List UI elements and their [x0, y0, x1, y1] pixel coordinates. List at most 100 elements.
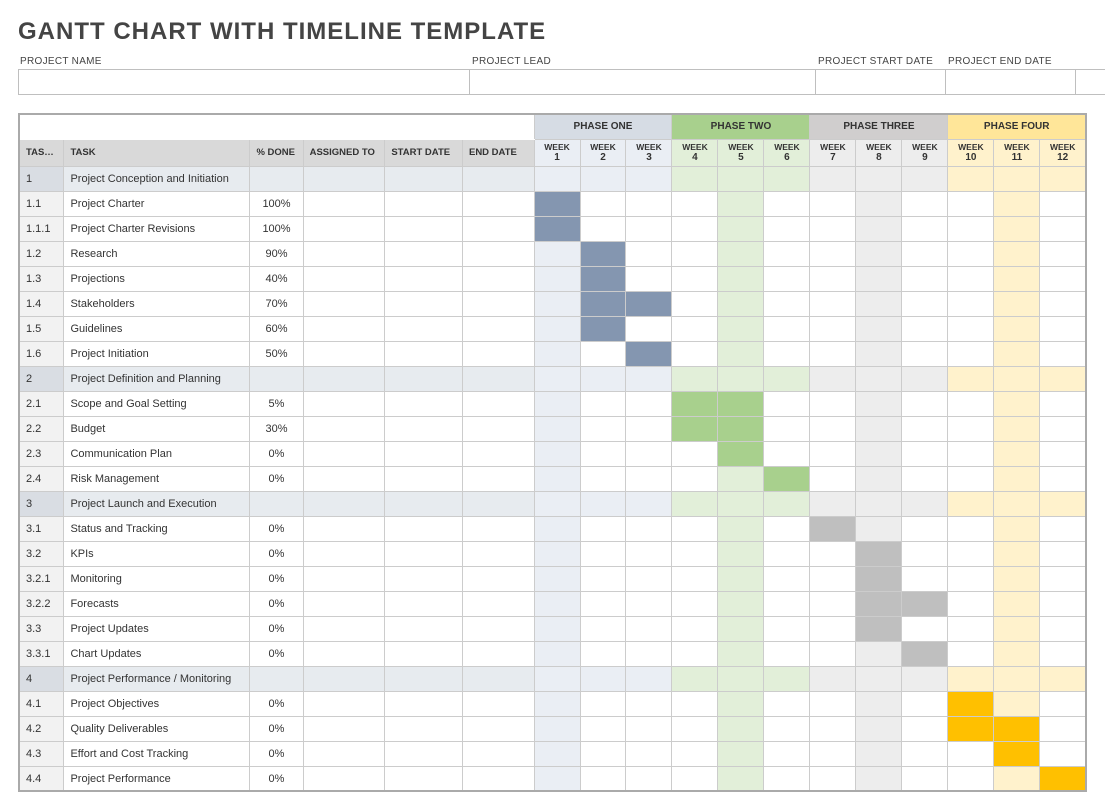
- cell-end-date[interactable]: [462, 466, 534, 491]
- cell-start-date[interactable]: [385, 291, 463, 316]
- cell-task[interactable]: Forecasts: [64, 591, 250, 616]
- project-start-input[interactable]: [816, 69, 946, 95]
- cell-week-11[interactable]: [994, 616, 1040, 641]
- cell-week-4[interactable]: [672, 166, 718, 191]
- cell-week-10[interactable]: [948, 391, 994, 416]
- cell-week-4[interactable]: [672, 416, 718, 441]
- table-row[interactable]: 2.2Budget30%: [19, 416, 1086, 441]
- cell-week-6[interactable]: [764, 591, 810, 616]
- cell-week-3[interactable]: [626, 366, 672, 391]
- cell-week-2[interactable]: [580, 191, 626, 216]
- cell-end-date[interactable]: [462, 691, 534, 716]
- cell-week-1[interactable]: [534, 666, 580, 691]
- cell-week-10[interactable]: [948, 166, 994, 191]
- cell-week-12[interactable]: [1040, 241, 1086, 266]
- cell-week-7[interactable]: [810, 166, 856, 191]
- cell-week-2[interactable]: [580, 291, 626, 316]
- cell-week-4[interactable]: [672, 516, 718, 541]
- cell-week-8[interactable]: [856, 491, 902, 516]
- cell-week-5[interactable]: [718, 441, 764, 466]
- cell-end-date[interactable]: [462, 216, 534, 241]
- cell-end-date[interactable]: [462, 641, 534, 666]
- cell-assigned-to[interactable]: [303, 466, 385, 491]
- cell-week-7[interactable]: [810, 441, 856, 466]
- cell-pct-done[interactable]: [250, 166, 303, 191]
- cell-pct-done[interactable]: 100%: [250, 216, 303, 241]
- cell-week-2[interactable]: [580, 216, 626, 241]
- cell-week-7[interactable]: [810, 716, 856, 741]
- cell-week-12[interactable]: [1040, 666, 1086, 691]
- cell-week-11[interactable]: [994, 191, 1040, 216]
- cell-pct-done[interactable]: 0%: [250, 616, 303, 641]
- cell-assigned-to[interactable]: [303, 441, 385, 466]
- cell-week-8[interactable]: [856, 716, 902, 741]
- cell-task-id[interactable]: 4.3: [19, 741, 64, 766]
- cell-week-5[interactable]: [718, 291, 764, 316]
- cell-week-1[interactable]: [534, 641, 580, 666]
- cell-week-6[interactable]: [764, 541, 810, 566]
- cell-task[interactable]: Project Updates: [64, 616, 250, 641]
- cell-week-10[interactable]: [948, 491, 994, 516]
- cell-week-8[interactable]: [856, 266, 902, 291]
- cell-week-2[interactable]: [580, 491, 626, 516]
- cell-week-5[interactable]: [718, 641, 764, 666]
- cell-week-6[interactable]: [764, 491, 810, 516]
- cell-task[interactable]: Risk Management: [64, 466, 250, 491]
- table-row[interactable]: 3.3Project Updates0%: [19, 616, 1086, 641]
- cell-week-6[interactable]: [764, 166, 810, 191]
- cell-week-4[interactable]: [672, 766, 718, 791]
- cell-end-date[interactable]: [462, 741, 534, 766]
- cell-week-5[interactable]: [718, 691, 764, 716]
- cell-week-5[interactable]: [718, 541, 764, 566]
- cell-start-date[interactable]: [385, 466, 463, 491]
- cell-week-1[interactable]: [534, 691, 580, 716]
- cell-week-2[interactable]: [580, 416, 626, 441]
- cell-week-6[interactable]: [764, 741, 810, 766]
- cell-week-12[interactable]: [1040, 416, 1086, 441]
- cell-end-date[interactable]: [462, 416, 534, 441]
- cell-week-11[interactable]: [994, 391, 1040, 416]
- cell-week-1[interactable]: [534, 616, 580, 641]
- cell-week-12[interactable]: [1040, 491, 1086, 516]
- cell-pct-done[interactable]: 0%: [250, 516, 303, 541]
- cell-assigned-to[interactable]: [303, 366, 385, 391]
- table-row[interactable]: 3Project Launch and Execution: [19, 491, 1086, 516]
- cell-assigned-to[interactable]: [303, 416, 385, 441]
- cell-week-3[interactable]: [626, 516, 672, 541]
- cell-week-11[interactable]: [994, 541, 1040, 566]
- cell-start-date[interactable]: [385, 666, 463, 691]
- cell-week-2[interactable]: [580, 166, 626, 191]
- cell-assigned-to[interactable]: [303, 516, 385, 541]
- cell-pct-done[interactable]: 0%: [250, 691, 303, 716]
- cell-assigned-to[interactable]: [303, 316, 385, 341]
- cell-week-2[interactable]: [580, 691, 626, 716]
- cell-start-date[interactable]: [385, 316, 463, 341]
- cell-start-date[interactable]: [385, 191, 463, 216]
- cell-week-3[interactable]: [626, 466, 672, 491]
- cell-week-2[interactable]: [580, 466, 626, 491]
- cell-week-1[interactable]: [534, 366, 580, 391]
- cell-week-3[interactable]: [626, 241, 672, 266]
- cell-end-date[interactable]: [462, 591, 534, 616]
- cell-assigned-to[interactable]: [303, 716, 385, 741]
- cell-week-2[interactable]: [580, 241, 626, 266]
- cell-task[interactable]: Project Objectives: [64, 691, 250, 716]
- cell-end-date[interactable]: [462, 391, 534, 416]
- cell-task-id[interactable]: 1.2: [19, 241, 64, 266]
- table-row[interactable]: 2.1Scope and Goal Setting5%: [19, 391, 1086, 416]
- cell-assigned-to[interactable]: [303, 666, 385, 691]
- table-row[interactable]: 1Project Conception and Initiation: [19, 166, 1086, 191]
- cell-week-8[interactable]: [856, 516, 902, 541]
- cell-start-date[interactable]: [385, 741, 463, 766]
- cell-week-8[interactable]: [856, 641, 902, 666]
- cell-week-10[interactable]: [948, 666, 994, 691]
- cell-week-6[interactable]: [764, 391, 810, 416]
- cell-week-2[interactable]: [580, 316, 626, 341]
- cell-week-7[interactable]: [810, 566, 856, 591]
- cell-pct-done[interactable]: [250, 666, 303, 691]
- cell-week-11[interactable]: [994, 366, 1040, 391]
- cell-week-11[interactable]: [994, 666, 1040, 691]
- cell-assigned-to[interactable]: [303, 491, 385, 516]
- cell-week-10[interactable]: [948, 616, 994, 641]
- cell-end-date[interactable]: [462, 541, 534, 566]
